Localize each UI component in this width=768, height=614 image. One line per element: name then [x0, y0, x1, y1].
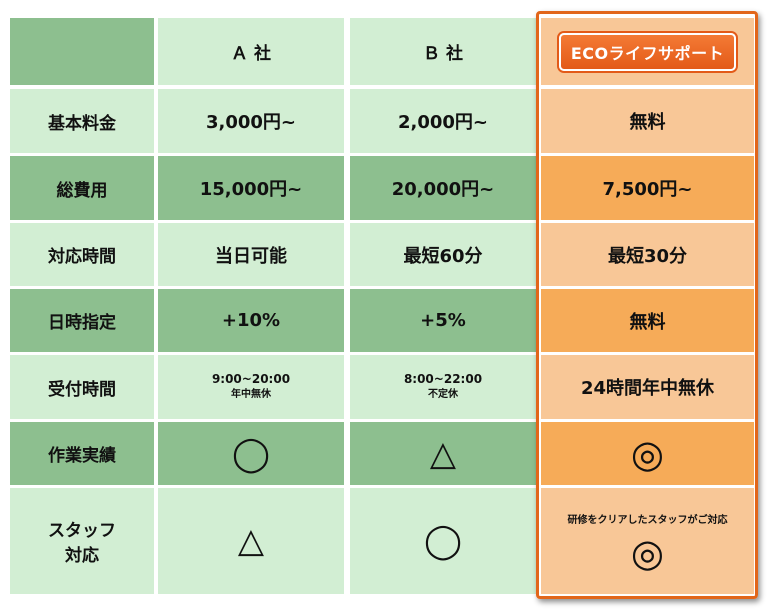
- company-b-response-time: 最短60分: [350, 223, 536, 286]
- company-b-work-record-triangle-icon: △: [350, 422, 536, 485]
- eco-date-designation: 無料: [541, 289, 754, 352]
- header-eco-cell: ECOライフサポート: [541, 18, 754, 85]
- eco-staff-note: 研修をクリアしたスタッフがご対応: [567, 514, 728, 526]
- company-a-hours-text: 9:00~20:00: [211, 372, 291, 386]
- company-b-basic-fee: 2,000円~: [350, 89, 536, 153]
- company-b-total-cost: 20,000円~: [350, 156, 536, 220]
- row-label-date-designation: 日時指定: [10, 289, 154, 352]
- company-b-hours-note: 不定休: [428, 389, 458, 400]
- row-label-staff-response: スタッフ 対応: [10, 488, 154, 594]
- company-a-date-designation: +10%: [158, 289, 344, 352]
- header-company-b: Ｂ 社: [350, 18, 536, 85]
- company-a-basic-fee: 3,000円~: [158, 89, 344, 153]
- company-a-staff-triangle-icon: △: [158, 488, 344, 594]
- company-a-hours-note: 年中無休: [231, 389, 271, 400]
- row-label-staff-line1: スタッフ: [48, 521, 116, 541]
- eco-staff-response: 研修をクリアしたスタッフがご対応 ◎: [541, 488, 754, 594]
- row-label-reception-hours: 受付時間: [10, 355, 154, 419]
- company-b-hours-text: 8:00~22:00: [403, 372, 483, 386]
- eco-staff-double-circle-icon: ◎: [630, 530, 665, 575]
- header-company-a: Ａ 社: [158, 18, 344, 85]
- eco-work-record-double-circle-icon: ◎: [541, 422, 754, 485]
- row-label-basic-fee: 基本料金: [10, 89, 154, 153]
- eco-life-support-badge: ECOライフサポート: [558, 32, 737, 71]
- company-b-reception-hours: 8:00~22:00 不定休: [350, 355, 536, 419]
- header-blank-cell: [10, 18, 154, 85]
- company-b-date-designation: +5%: [350, 289, 536, 352]
- company-a-work-record-circle-icon: ◯: [158, 422, 344, 485]
- row-label-total-cost: 総費用: [10, 156, 154, 220]
- row-label-staff-line2: 対応: [65, 546, 99, 566]
- eco-total-cost: 7,500円~: [541, 156, 754, 220]
- company-a-response-time: 当日可能: [158, 223, 344, 286]
- eco-response-time: 最短30分: [541, 223, 754, 286]
- company-b-staff-circle-icon: ◯: [350, 488, 536, 594]
- company-a-total-cost: 15,000円~: [158, 156, 344, 220]
- company-a-reception-hours: 9:00~20:00 年中無休: [158, 355, 344, 419]
- row-label-work-record: 作業実績: [10, 422, 154, 485]
- eco-reception-hours: 24時間年中無休: [541, 355, 754, 419]
- row-label-response-time: 対応時間: [10, 223, 154, 286]
- eco-basic-fee: 無料: [541, 89, 754, 153]
